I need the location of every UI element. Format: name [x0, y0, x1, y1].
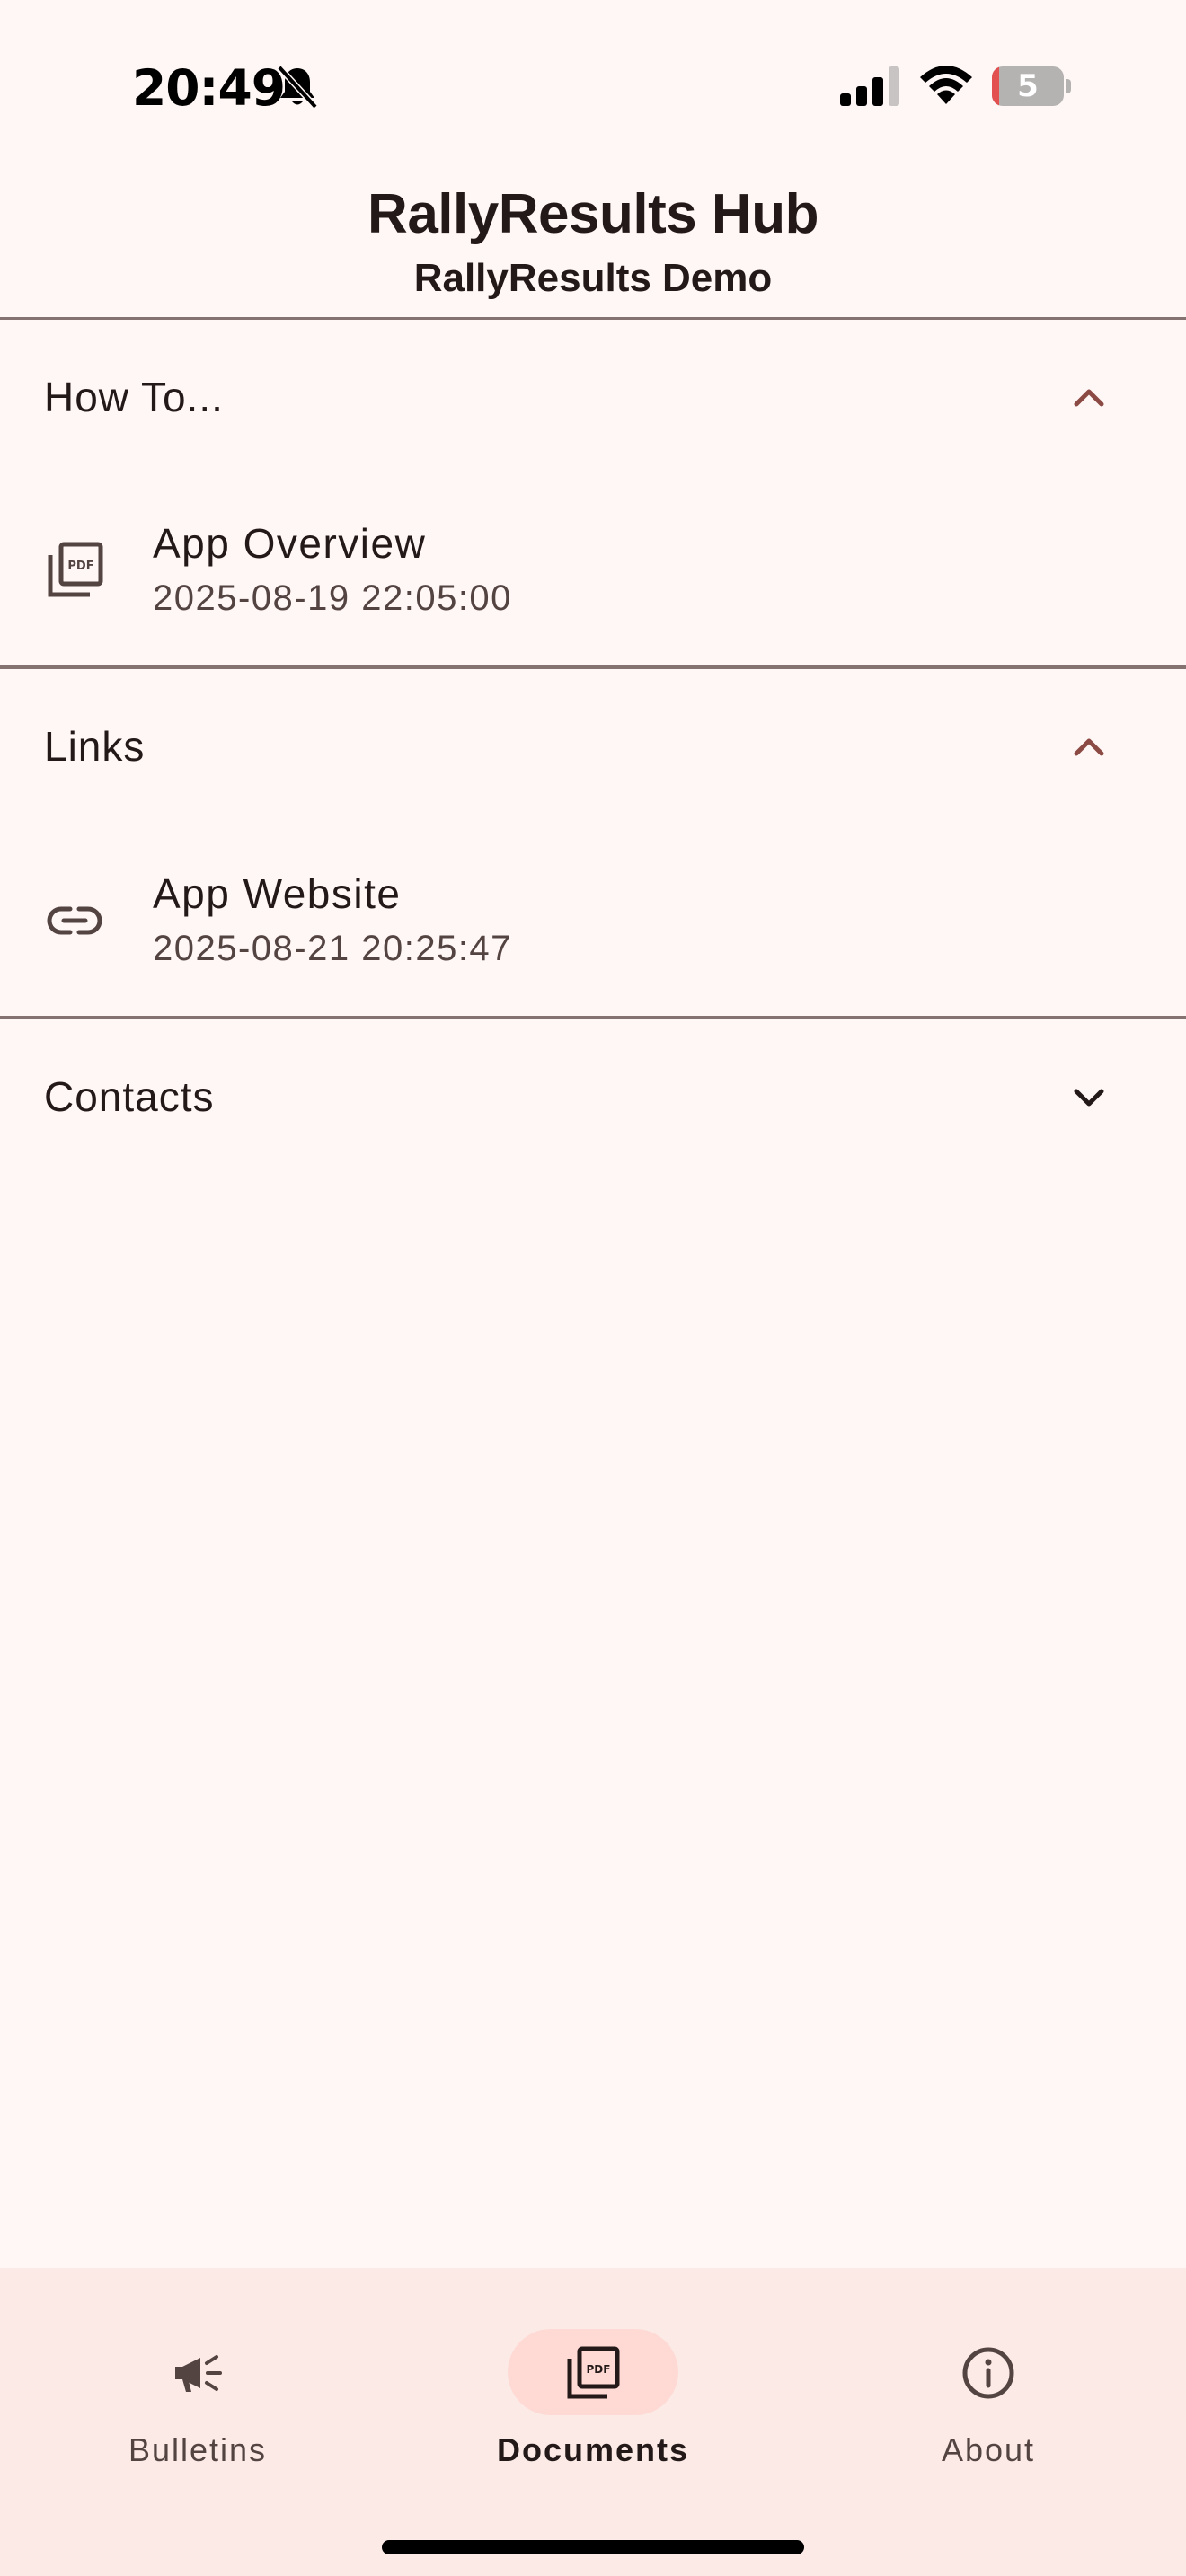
page-title: RallyResults Hub [367, 183, 819, 245]
svg-text:PDF: PDF [67, 560, 93, 573]
nav-item-documents[interactable]: PDF Documents [458, 2304, 728, 2483]
list-item-app-overview[interactable]: PDF App Overview 2025-08-19 22:05:00 [0, 503, 1186, 638]
bottom-navigation: Bulletins PDF Documents About [0, 2268, 1186, 2576]
nav-label: Bulletins [128, 2431, 268, 2468]
section-header-contacts[interactable]: Contacts [0, 1047, 1186, 1146]
section-title: How To... [44, 374, 224, 420]
bell-off-icon [277, 65, 318, 110]
section-header-links[interactable]: Links [0, 697, 1186, 796]
link-icon [47, 906, 102, 935]
header-divider [0, 317, 1186, 320]
item-title: App Website [153, 870, 402, 917]
nav-item-about[interactable]: About [854, 2304, 1123, 2483]
status-time: 20:49 [132, 59, 286, 117]
section-divider [0, 665, 1186, 669]
wifi-icon [920, 66, 972, 104]
signal-icon [840, 66, 899, 106]
info-icon [962, 2347, 1014, 2399]
megaphone-icon [175, 2355, 222, 2392]
nav-item-bulletins[interactable]: Bulletins [63, 2304, 332, 2483]
pdf-document-icon: PDF [48, 542, 103, 597]
list-item-app-website[interactable]: App Website 2025-08-21 20:25:47 [0, 853, 1186, 988]
nav-label: Documents [496, 2431, 690, 2468]
chevron-up-icon[interactable] [1069, 377, 1109, 417]
battery-icon: 5 [992, 66, 1071, 106]
home-indicator[interactable] [382, 2540, 804, 2554]
documents-screen: 20:49 5 RallyResults Hub RallyResults De… [0, 0, 1186, 2576]
section-title: Contacts [44, 1073, 215, 1120]
item-timestamp: 2025-08-21 20:25:47 [153, 929, 512, 968]
chevron-down-icon[interactable] [1069, 1077, 1109, 1116]
battery-level: 5 [1017, 68, 1039, 104]
section-title: Links [44, 723, 146, 770]
svg-text:PDF: PDF [587, 2363, 611, 2376]
nav-label: About [941, 2431, 1036, 2468]
section-divider [0, 1016, 1186, 1019]
chevron-up-icon[interactable] [1069, 727, 1109, 766]
item-timestamp: 2025-08-19 22:05:00 [153, 578, 512, 618]
pdf-document-icon: PDF [567, 2346, 620, 2399]
status-bar: 20:49 5 [0, 0, 1186, 171]
page-subtitle: RallyResults Demo [413, 256, 773, 300]
section-header-how-to[interactable]: How To... [0, 348, 1186, 446]
item-title: App Overview [153, 520, 427, 567]
